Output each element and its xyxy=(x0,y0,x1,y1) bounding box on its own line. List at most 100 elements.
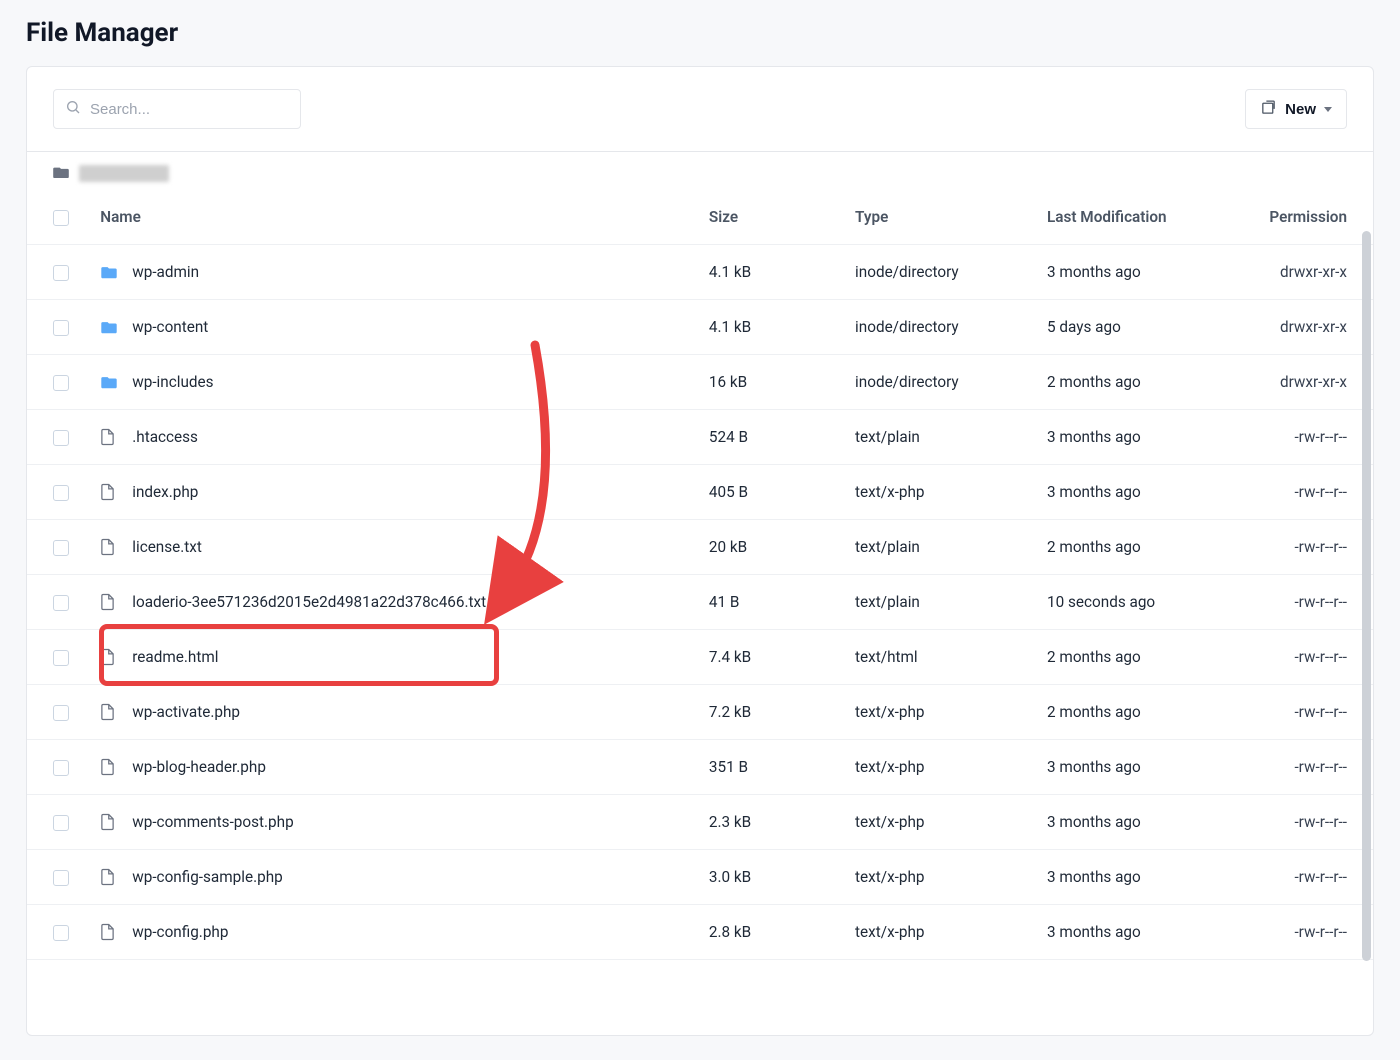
file-type: text/html xyxy=(845,630,1037,685)
table-row[interactable]: wp-config-sample.php3.0 kBtext/x-php3 mo… xyxy=(27,850,1373,905)
file-size: 4.1 kB xyxy=(699,245,845,300)
file-modified: 10 seconds ago xyxy=(1037,575,1255,630)
row-checkbox[interactable] xyxy=(53,320,69,336)
file-modified: 3 months ago xyxy=(1037,850,1255,905)
file-icon xyxy=(100,428,118,446)
file-size: 7.4 kB xyxy=(699,630,845,685)
file-modified: 3 months ago xyxy=(1037,740,1255,795)
file-size: 524 B xyxy=(699,410,845,465)
file-permission: -rw-r--r-- xyxy=(1255,465,1373,520)
folder-icon xyxy=(100,265,118,279)
table-row[interactable]: wp-blog-header.php 351 Btext/x-php3 month… xyxy=(27,740,1373,795)
table-row[interactable]: wp-includes16 kBinode/directory2 months … xyxy=(27,355,1373,410)
file-permission: -rw-r--r-- xyxy=(1255,410,1373,465)
toolbar: New xyxy=(27,67,1373,152)
file-size: 3.0 kB xyxy=(699,850,845,905)
table-row[interactable]: .htaccess524 Btext/plain3 months ago-rw-… xyxy=(27,410,1373,465)
file-size: 4.1 kB xyxy=(699,300,845,355)
file-size: 2.3 kB xyxy=(699,795,845,850)
file-icon xyxy=(100,758,118,776)
file-icon xyxy=(100,483,118,501)
col-type[interactable]: Type xyxy=(845,190,1037,245)
file-modified: 2 months ago xyxy=(1037,685,1255,740)
row-checkbox[interactable] xyxy=(53,485,69,501)
file-name: readme.html xyxy=(132,648,218,666)
table-row[interactable]: wp-activate.php7.2 kBtext/x-php2 months … xyxy=(27,685,1373,740)
file-icon xyxy=(100,923,118,941)
folder-icon xyxy=(53,164,69,182)
file-permission: -rw-r--r-- xyxy=(1255,905,1373,960)
file-name: wp-includes xyxy=(132,373,213,391)
file-type: text/x-php xyxy=(845,685,1037,740)
row-checkbox[interactable] xyxy=(53,650,69,666)
file-modified: 3 months ago xyxy=(1037,410,1255,465)
file-type: text/x-php xyxy=(845,465,1037,520)
select-all-checkbox[interactable] xyxy=(53,210,69,226)
table-row[interactable]: wp-comments-post.php2.3 kBtext/x-php3 mo… xyxy=(27,795,1373,850)
file-size: 41 B xyxy=(699,575,845,630)
row-checkbox[interactable] xyxy=(53,375,69,391)
row-checkbox[interactable] xyxy=(53,760,69,776)
row-checkbox[interactable] xyxy=(53,265,69,281)
file-name: wp-config-sample.php xyxy=(132,868,282,886)
file-permission: drwxr-xr-x xyxy=(1255,300,1373,355)
col-modified[interactable]: Last Modification xyxy=(1037,190,1255,245)
row-checkbox[interactable] xyxy=(53,815,69,831)
file-type: text/plain xyxy=(845,520,1037,575)
file-type: text/plain xyxy=(845,575,1037,630)
row-checkbox[interactable] xyxy=(53,925,69,941)
row-checkbox[interactable] xyxy=(53,540,69,556)
file-type: inode/directory xyxy=(845,355,1037,410)
row-checkbox[interactable] xyxy=(53,870,69,886)
file-permission: -rw-r--r-- xyxy=(1255,575,1373,630)
row-checkbox[interactable] xyxy=(53,705,69,721)
folder-icon xyxy=(100,375,118,389)
table-row[interactable]: index.php 405 Btext/x-php3 months ago-rw-… xyxy=(27,465,1373,520)
file-icon xyxy=(100,648,118,666)
search-icon xyxy=(65,99,81,119)
row-checkbox[interactable] xyxy=(53,430,69,446)
file-size: 2.8 kB xyxy=(699,905,845,960)
col-name[interactable]: Name xyxy=(90,190,699,245)
file-permission: drwxr-xr-x xyxy=(1255,245,1373,300)
new-button-label: New xyxy=(1285,101,1316,118)
file-name: index.php xyxy=(132,483,198,501)
search-input[interactable] xyxy=(53,89,301,129)
file-name: wp-comments-post.php xyxy=(132,813,293,831)
file-size: 405 B xyxy=(699,465,845,520)
scrollbar[interactable] xyxy=(1362,231,1371,961)
col-permission[interactable]: Permission xyxy=(1255,190,1373,245)
table-row[interactable]: wp-admin4.1 kBinode/directory3 months ag… xyxy=(27,245,1373,300)
file-type: text/x-php xyxy=(845,905,1037,960)
col-size[interactable]: Size xyxy=(699,190,845,245)
table-row[interactable]: wp-config.php2.8 kBtext/x-php3 months ag… xyxy=(27,905,1373,960)
search-wrap xyxy=(53,89,301,129)
file-icon xyxy=(100,868,118,886)
table-row[interactable]: loaderio-3ee571236d2015e2d4981a22d378c46… xyxy=(27,575,1373,630)
file-permission: -rw-r--r-- xyxy=(1255,740,1373,795)
file-permission: -rw-r--r-- xyxy=(1255,630,1373,685)
file-name: wp-blog-header.php xyxy=(132,758,266,776)
file-modified: 5 days ago xyxy=(1037,300,1255,355)
table-header-row: Name Size Type Last Modification Permiss… xyxy=(27,190,1373,245)
breadcrumb xyxy=(27,152,1373,190)
file-permission: -rw-r--r-- xyxy=(1255,850,1373,905)
file-modified: 3 months ago xyxy=(1037,795,1255,850)
file-table: Name Size Type Last Modification Permiss… xyxy=(27,190,1373,960)
table-row[interactable]: wp-content4.1 kBinode/directory5 days ag… xyxy=(27,300,1373,355)
new-button[interactable]: New xyxy=(1245,89,1347,129)
file-modified: 3 months ago xyxy=(1037,905,1255,960)
new-file-icon xyxy=(1260,99,1277,120)
file-icon xyxy=(100,593,118,611)
row-checkbox[interactable] xyxy=(53,595,69,611)
file-type: text/x-php xyxy=(845,740,1037,795)
file-permission: -rw-r--r-- xyxy=(1255,795,1373,850)
table-row[interactable]: readme.html7.4 kBtext/html2 months ago-r… xyxy=(27,630,1373,685)
file-name: wp-activate.php xyxy=(132,703,240,721)
table-row[interactable]: license.txt20 kBtext/plain2 months ago-r… xyxy=(27,520,1373,575)
file-manager-panel: New Name Size Type Last Modification Per… xyxy=(26,66,1374,1036)
file-permission: -rw-r--r-- xyxy=(1255,685,1373,740)
file-modified: 3 months ago xyxy=(1037,465,1255,520)
file-size: 351 B xyxy=(699,740,845,795)
file-table-wrap: Name Size Type Last Modification Permiss… xyxy=(27,190,1373,1060)
